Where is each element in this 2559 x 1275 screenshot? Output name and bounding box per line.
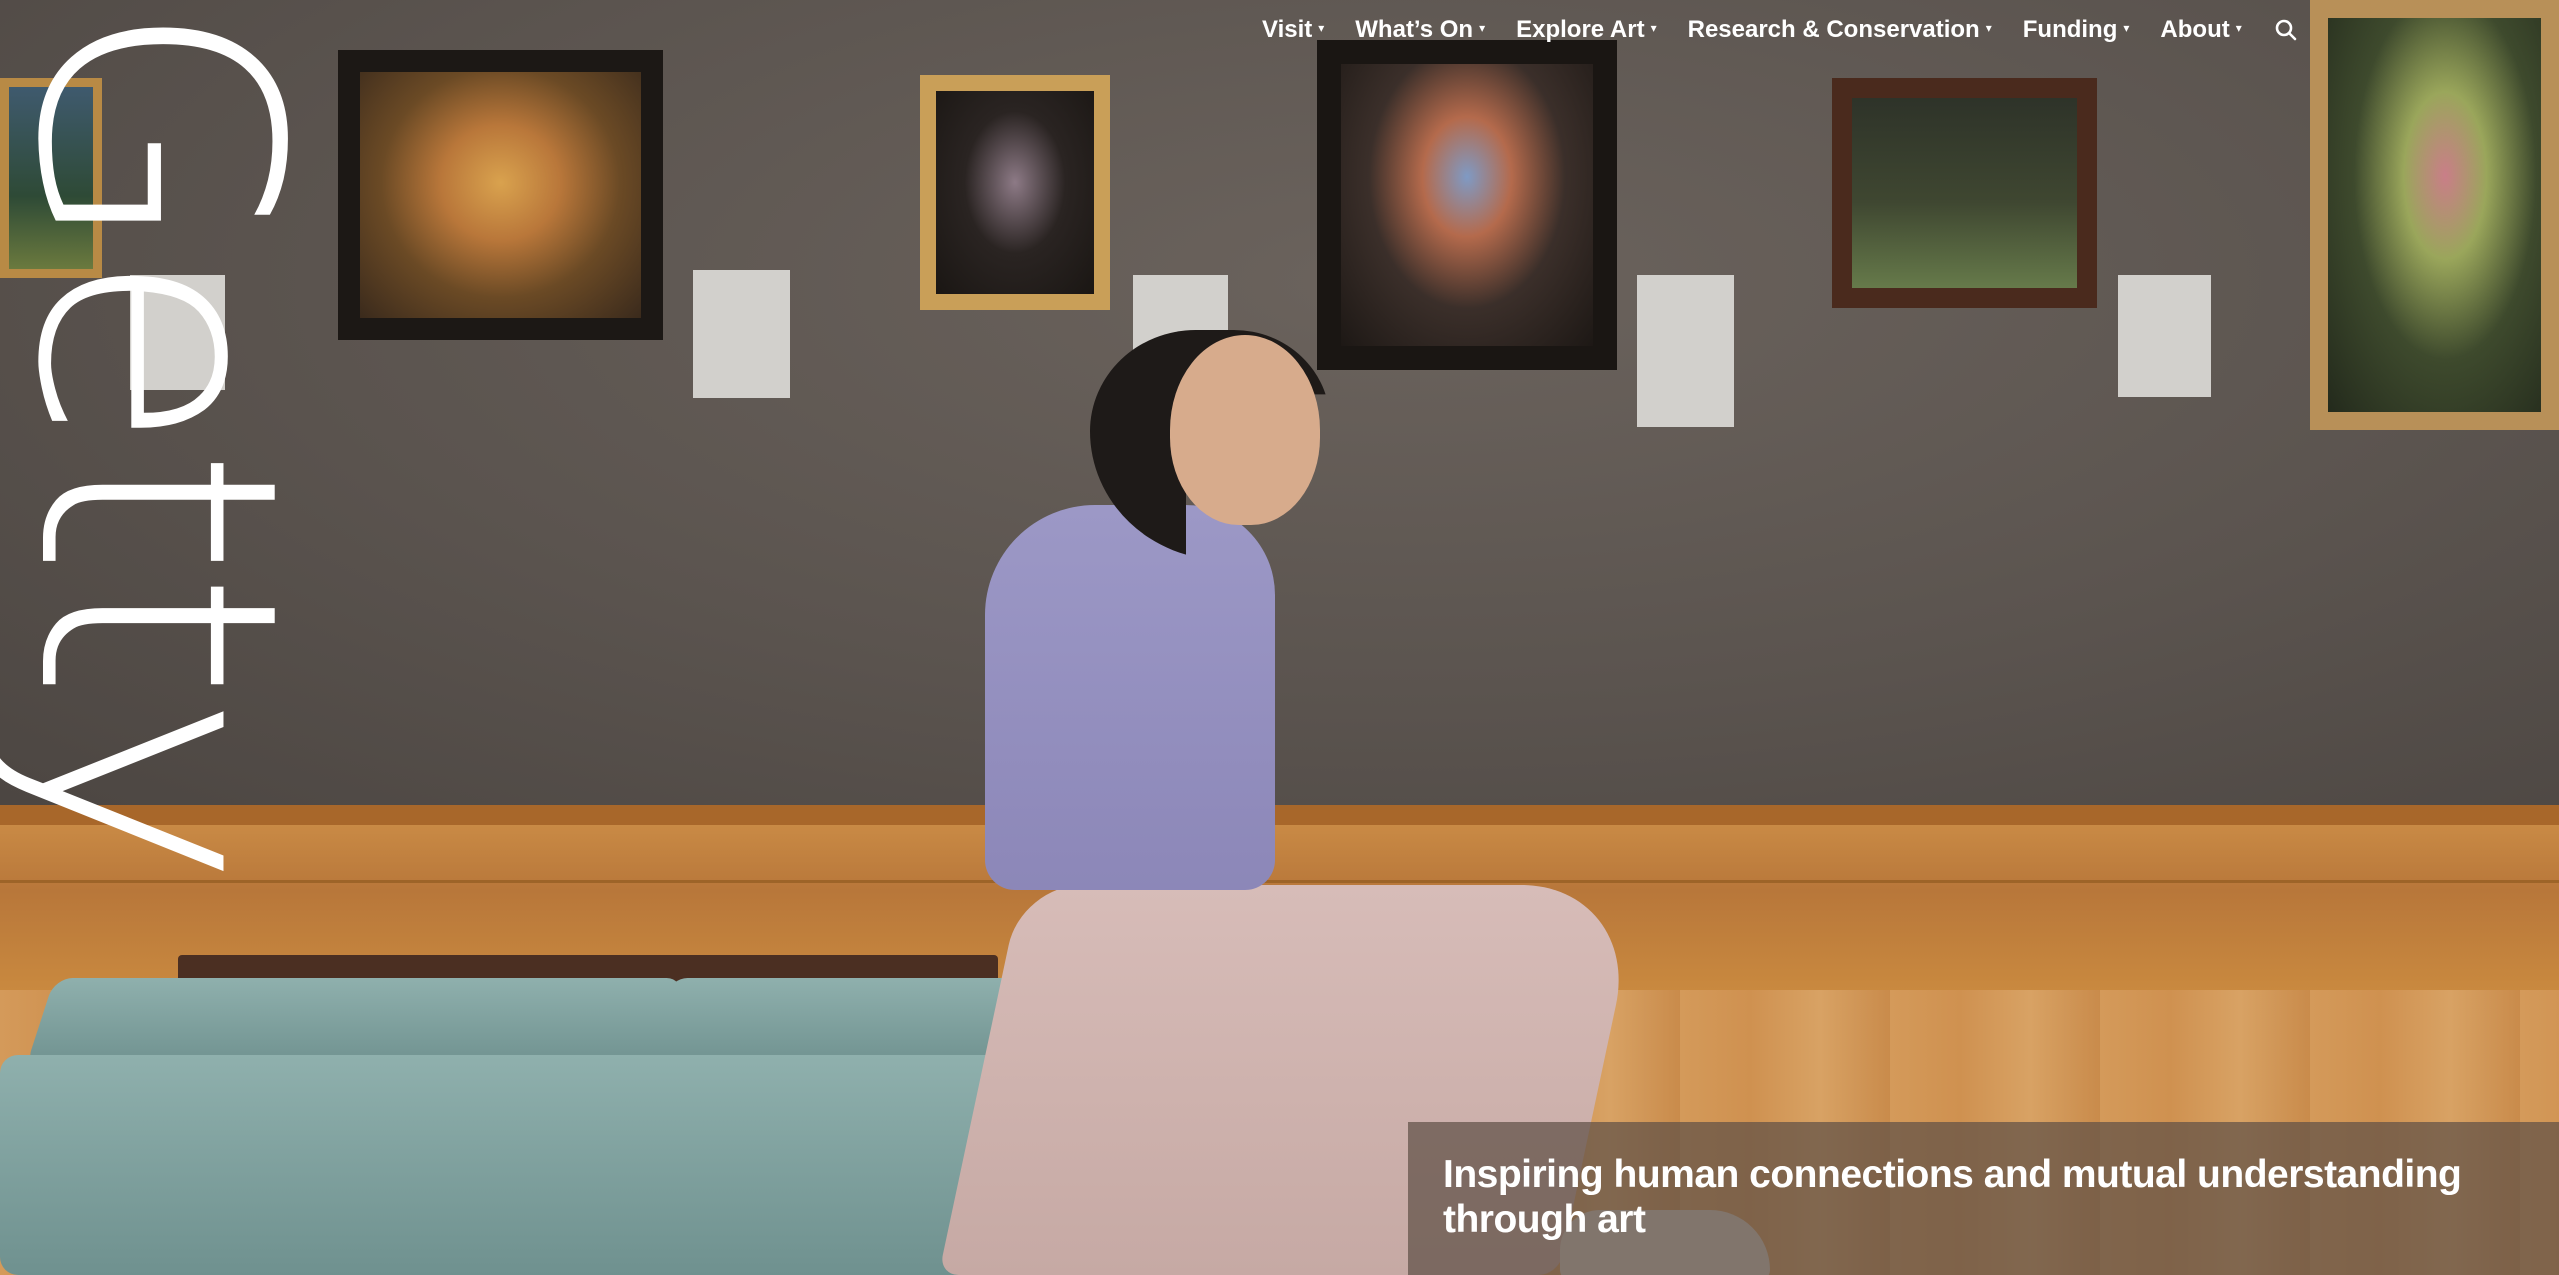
- painting-flowers-center: [1317, 40, 1617, 370]
- person-shirt: [985, 505, 1275, 890]
- nav-item-label: Research & Conservation: [1687, 16, 1980, 43]
- nav-item-label: What’s On: [1355, 16, 1474, 43]
- nav-item-research-conservation[interactable]: Research & Conservation ▾: [1688, 16, 1992, 44]
- nav-item-whats-on[interactable]: What’s On ▾: [1355, 16, 1485, 44]
- painting-fruit-bowl: [338, 50, 663, 340]
- caret-down-icon: ▾: [2235, 21, 2242, 35]
- painting-flowers-right: [2310, 0, 2559, 430]
- wall-label: [1637, 275, 1734, 427]
- nav-item-label: About: [2160, 16, 2230, 43]
- hero-image: [0, 0, 2559, 1275]
- wood-rail: [0, 805, 2559, 825]
- painting-vase-small: [920, 75, 1110, 310]
- getty-logo[interactable]: Getty: [0, 0, 349, 883]
- caret-down-icon: ▾: [1318, 21, 1325, 35]
- painting-flowers-table: [1832, 78, 2097, 308]
- nav-item-funding[interactable]: Funding ▾: [2023, 16, 2130, 44]
- nav-item-label: Visit: [1262, 16, 1313, 43]
- caret-down-icon: ▾: [2123, 21, 2130, 35]
- hero-caption-panel: Inspiring human connections and mutual u…: [1408, 1122, 2559, 1275]
- main-nav: Visit ▾ What’s On ▾ Explore Art ▾ Resear…: [1262, 16, 2299, 44]
- caret-down-icon: ▾: [1479, 21, 1486, 35]
- wainscot-line: [0, 880, 2559, 883]
- nav-item-label: Explore Art: [1516, 16, 1645, 43]
- search-icon[interactable]: [2273, 17, 2299, 43]
- nav-item-visit[interactable]: Visit ▾: [1262, 16, 1324, 44]
- person-face: [1170, 335, 1320, 525]
- nav-item-about[interactable]: About ▾: [2160, 16, 2241, 44]
- nav-item-label: Funding: [2022, 16, 2118, 43]
- caret-down-icon: ▾: [1650, 21, 1657, 35]
- nav-item-explore-art[interactable]: Explore Art ▾: [1516, 16, 1657, 44]
- wall-label: [693, 270, 790, 398]
- hero-caption: Inspiring human connections and mutual u…: [1443, 1153, 2462, 1241]
- wall-label: [2118, 275, 2211, 397]
- caret-down-icon: ▾: [1985, 21, 1992, 35]
